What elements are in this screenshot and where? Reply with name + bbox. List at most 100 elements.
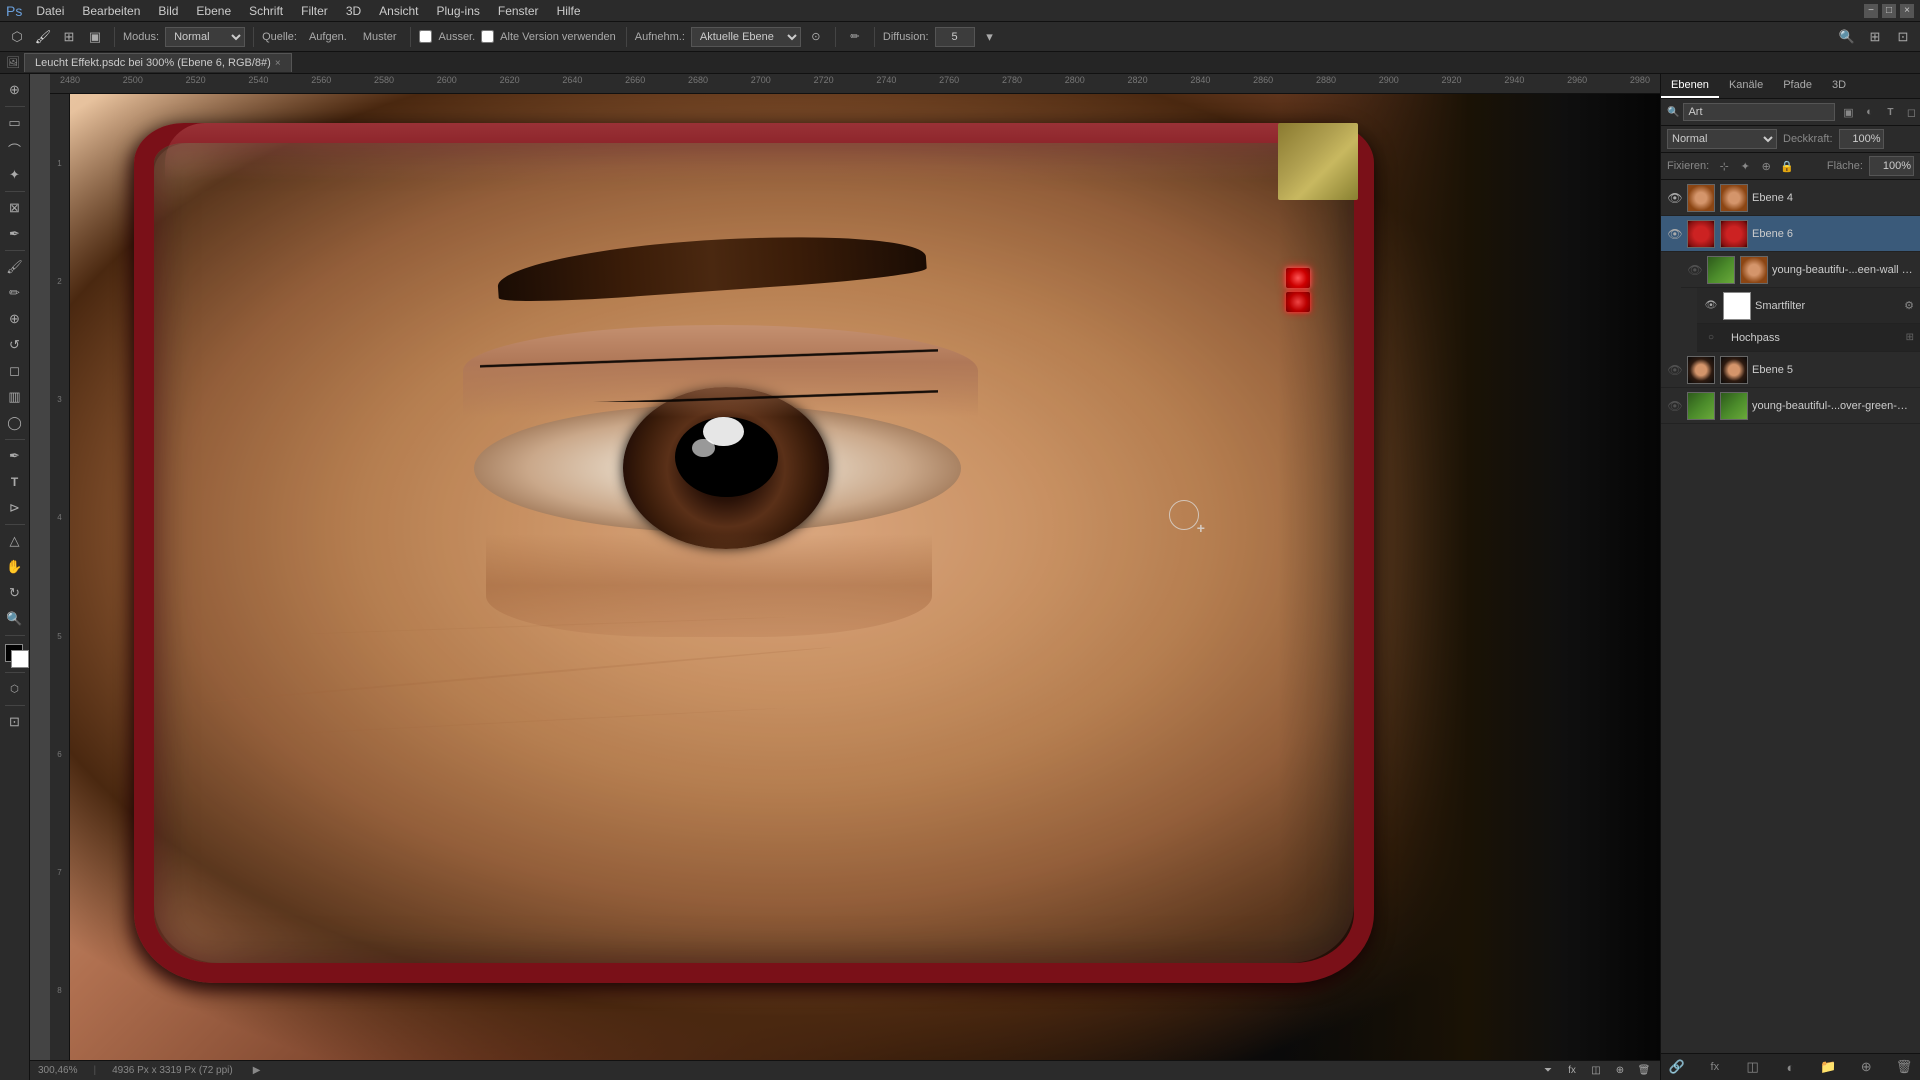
spot-healing-tool[interactable]: 🖌 <box>3 255 27 279</box>
eraser-tool[interactable]: ◻ <box>3 359 27 383</box>
rotate-view-tool[interactable]: ↻ <box>3 581 27 605</box>
blend-mode-select[interactable]: Normal <box>1667 129 1777 149</box>
layer-ebene6[interactable]: 👁 Ebene 6 <box>1661 216 1920 252</box>
filter-pixel-button[interactable]: ▣ <box>1839 103 1857 121</box>
alte-version-checkbox[interactable] <box>481 30 494 43</box>
mode-select[interactable]: Normal <box>165 27 245 47</box>
status-arrow[interactable]: ▶ <box>253 1065 261 1076</box>
eyedropper-tool[interactable]: ✒ <box>3 222 27 246</box>
layer-vis-ebene5[interactable]: 👁 <box>1667 362 1683 378</box>
aufnehmen-select[interactable]: Aktuelle Ebene <box>691 27 801 47</box>
menu-fenster[interactable]: Fenster <box>490 2 547 20</box>
layer-fx-button[interactable]: fx <box>1705 1057 1725 1077</box>
menu-hilfe[interactable]: Hilfe <box>549 2 589 20</box>
delete-layer-bottom[interactable]: 🗑 <box>1636 1063 1652 1079</box>
menu-bearbeiten[interactable]: Bearbeiten <box>74 2 148 20</box>
filter-text-button[interactable]: T <box>1881 103 1899 121</box>
layer-ebene5[interactable]: 👁 Ebene 5 <box>1661 352 1920 388</box>
search-top-button[interactable]: 🔍 <box>1836 26 1858 48</box>
maximize-button[interactable]: □ <box>1882 4 1896 18</box>
layer-mask-button[interactable]: ◫ <box>1743 1057 1763 1077</box>
menu-datei[interactable]: Datei <box>28 2 72 20</box>
lock-all-button[interactable]: 🔒 <box>1778 157 1796 175</box>
document-tab[interactable]: Leucht Effekt.psdc bei 300% (Ebene 6, RG… <box>24 53 292 72</box>
zoom-tool[interactable]: 🔍 <box>3 607 27 631</box>
lasso-tool[interactable]: ⌒ <box>3 137 27 161</box>
quick-mask-tool[interactable]: ⬡ <box>3 677 27 701</box>
crop-tool[interactable]: ⊠ <box>3 196 27 220</box>
layer-adjustment-button[interactable]: ◐ <box>1780 1057 1800 1077</box>
history-brush-tool[interactable]: ↺ <box>3 333 27 357</box>
brush-alt-button[interactable]: ▣ <box>84 26 106 48</box>
diffusion-input[interactable] <box>935 27 975 47</box>
fx-button[interactable]: fx <box>1564 1063 1580 1079</box>
layer-vis-ebene4[interactable]: 👁 <box>1667 190 1683 206</box>
lock-pixels-button[interactable]: ⊹ <box>1715 157 1733 175</box>
brush-tool-button[interactable]: 🖌 <box>32 26 54 48</box>
pen-tool[interactable]: ✒ <box>3 444 27 468</box>
layer-vis-smartfilter[interactable]: 👁 <box>1703 298 1719 314</box>
text-tool[interactable]: T <box>3 470 27 494</box>
menu-ansicht[interactable]: Ansicht <box>371 2 426 20</box>
minimize-button[interactable]: − <box>1864 4 1878 18</box>
mask-button[interactable]: ◫ <box>1588 1063 1604 1079</box>
layer-group-button[interactable]: 📁 <box>1818 1057 1838 1077</box>
path-selection-tool[interactable]: ⊳ <box>3 496 27 520</box>
menu-3d[interactable]: 3D <box>338 2 369 20</box>
move-tool-button[interactable]: ⬡ <box>6 26 28 48</box>
tab-pfade[interactable]: Pfade <box>1773 74 1822 98</box>
opacity-input[interactable] <box>1839 129 1884 149</box>
new-layer-bottom[interactable]: ⊕ <box>1612 1063 1628 1079</box>
layer-hochpass[interactable]: ○ Hochpass ⊞ <box>1697 324 1920 352</box>
layer-young-green[interactable]: 👁 young-beautiful-...over-green-wall <box>1661 388 1920 424</box>
diffusion-dropdown[interactable]: ▾ <box>979 26 1001 48</box>
filter-shape-button[interactable]: ◻ <box>1902 103 1920 121</box>
tab-close-button[interactable]: × <box>275 58 281 69</box>
move-tool[interactable]: ⊕ <box>3 78 27 102</box>
dodge-tool[interactable]: ◯ <box>3 411 27 435</box>
brush-tool-left[interactable]: ✏ <box>3 281 27 305</box>
screen-mode-button[interactable]: ⊡ <box>3 710 27 734</box>
layer-vis-hochpass[interactable]: ○ <box>1703 330 1719 346</box>
filter-adjust-button[interactable]: ◐ <box>1860 103 1878 121</box>
aufgen-button[interactable]: Aufgen. <box>303 26 353 48</box>
tab-ebenen[interactable]: Ebenen <box>1661 74 1719 98</box>
marquee-tool[interactable]: ▭ <box>3 111 27 135</box>
magic-wand-tool[interactable]: ✦ <box>3 163 27 187</box>
close-button[interactable]: × <box>1900 4 1914 18</box>
tab-3d[interactable]: 3D <box>1822 74 1856 98</box>
background-color[interactable] <box>11 650 29 668</box>
workspace-button[interactable]: ⊡ <box>1892 26 1914 48</box>
arrange-button[interactable]: ⊞ <box>1864 26 1886 48</box>
ausser-checkbox[interactable] <box>419 30 432 43</box>
layer-vis-young-kopie[interactable]: 👁 <box>1687 262 1703 278</box>
gradient-tool[interactable]: ▥ <box>3 385 27 409</box>
menu-schrift[interactable]: Schrift <box>241 2 291 20</box>
healing-button[interactable]: ✏ <box>844 26 866 48</box>
photo-canvas[interactable]: + <box>70 94 1660 1060</box>
hand-tool[interactable]: ✋ <box>3 555 27 579</box>
layer-vis-young-green[interactable]: 👁 <box>1667 398 1683 414</box>
layer-link-button[interactable]: 🔗 <box>1667 1057 1687 1077</box>
muster-button[interactable]: Muster <box>357 26 403 48</box>
menu-bild[interactable]: Bild <box>150 2 186 20</box>
delete-layer-button[interactable]: 🗑 <box>1894 1057 1914 1077</box>
layer-young-kopie[interactable]: 👁 young-beautifu-...een-wall Kopie <box>1681 252 1920 288</box>
timeline-button[interactable]: ⏷ <box>1540 1063 1556 1079</box>
layer-smartfilter[interactable]: 👁 Smartfilter ⚙ <box>1697 288 1920 324</box>
shape-tool[interactable]: △ <box>3 529 27 553</box>
brush-settings-button[interactable]: ⊞ <box>58 26 80 48</box>
clone-stamp-tool[interactable]: ⊕ <box>3 307 27 331</box>
sample-all-button[interactable]: ⊙ <box>805 26 827 48</box>
fill-input[interactable] <box>1869 156 1914 176</box>
layers-search-input[interactable] <box>1683 103 1835 121</box>
lock-artboard-button[interactable]: ⊕ <box>1757 157 1775 175</box>
new-layer-button[interactable]: ⊕ <box>1856 1057 1876 1077</box>
layer-vis-ebene6[interactable]: 👁 <box>1667 226 1683 242</box>
tab-kanale[interactable]: Kanäle <box>1719 74 1773 98</box>
menu-ebene[interactable]: Ebene <box>188 2 239 20</box>
lock-pos-button[interactable]: ✦ <box>1736 157 1754 175</box>
layer-ebene4[interactable]: 👁 Ebene 4 <box>1661 180 1920 216</box>
menu-plugins[interactable]: Plug-ins <box>429 2 488 20</box>
menu-filter[interactable]: Filter <box>293 2 336 20</box>
